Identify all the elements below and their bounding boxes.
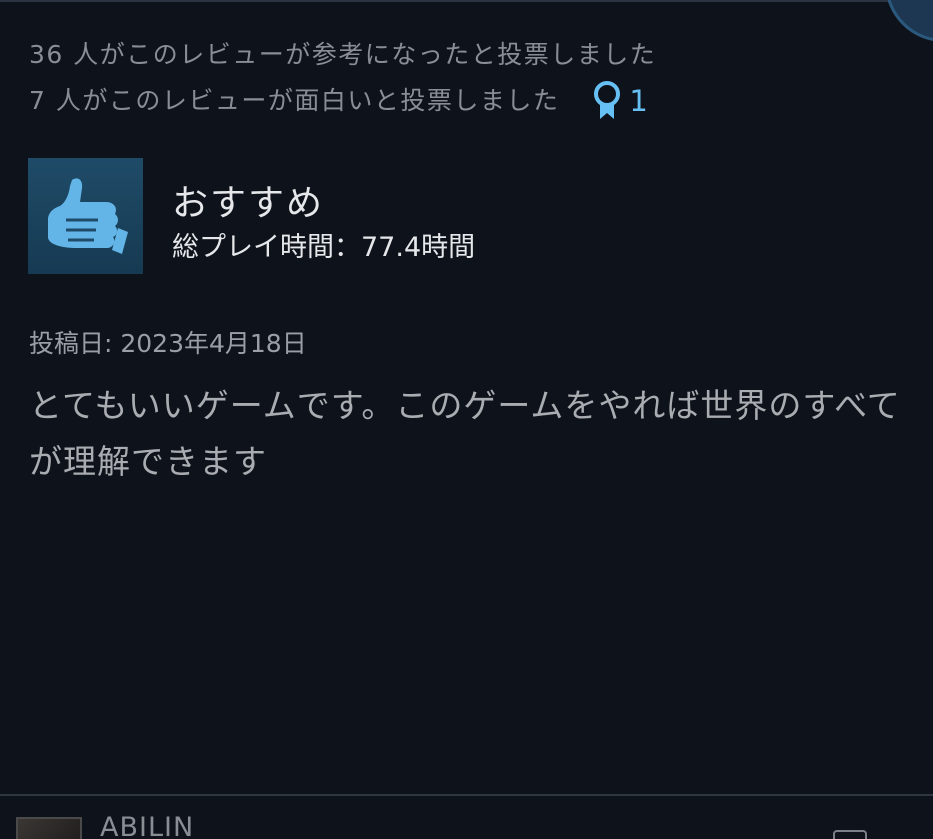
funny-votes-line: 7 人がこのレビューが面白いと投票しました 1 bbox=[29, 78, 656, 124]
funny-votes-text: 7 人がこのレビューが面白いと投票しました bbox=[29, 86, 560, 115]
posted-date: 投稿日: 2023年4月18日 bbox=[29, 329, 307, 358]
thumb-badge bbox=[28, 158, 143, 274]
award-badge[interactable]: 1 bbox=[593, 78, 649, 124]
verdict-title: おすすめ bbox=[172, 183, 325, 224]
next-review-avatar[interactable] bbox=[16, 817, 82, 839]
review-divider bbox=[0, 794, 933, 796]
top-border bbox=[0, 0, 933, 2]
corner-avatar-circle[interactable] bbox=[885, 0, 933, 42]
review-page: 36 人がこのレビューが参考になったと投票しました 7 人がこのレビューが面白い… bbox=[0, 0, 933, 839]
vote-summary: 36 人がこのレビューが参考になったと投票しました 7 人がこのレビューが面白い… bbox=[29, 32, 656, 124]
verdict-text-block: おすすめ 総プレイ時間：77.4時間 bbox=[172, 180, 475, 268]
award-ribbon-icon bbox=[594, 81, 621, 119]
playtime-text: 総プレイ時間：77.4時間 bbox=[172, 232, 476, 263]
award-count: 1 bbox=[629, 84, 650, 118]
next-review-author[interactable]: ABILIN bbox=[100, 812, 194, 839]
thumbs-up-icon bbox=[47, 178, 128, 254]
helpful-votes-text: 36 人がこのレビューが参考になったと投票しました bbox=[29, 40, 657, 69]
review-verdict: おすすめ 総プレイ時間：77.4時間 bbox=[28, 158, 475, 274]
review-body-text: とてもいいゲームです。このゲームをやれば世界のすべてが理解できます bbox=[29, 386, 901, 481]
comment-icon[interactable] bbox=[833, 830, 867, 839]
helpful-votes-line: 36 人がこのレビューが参考になったと投票しました bbox=[29, 32, 656, 78]
